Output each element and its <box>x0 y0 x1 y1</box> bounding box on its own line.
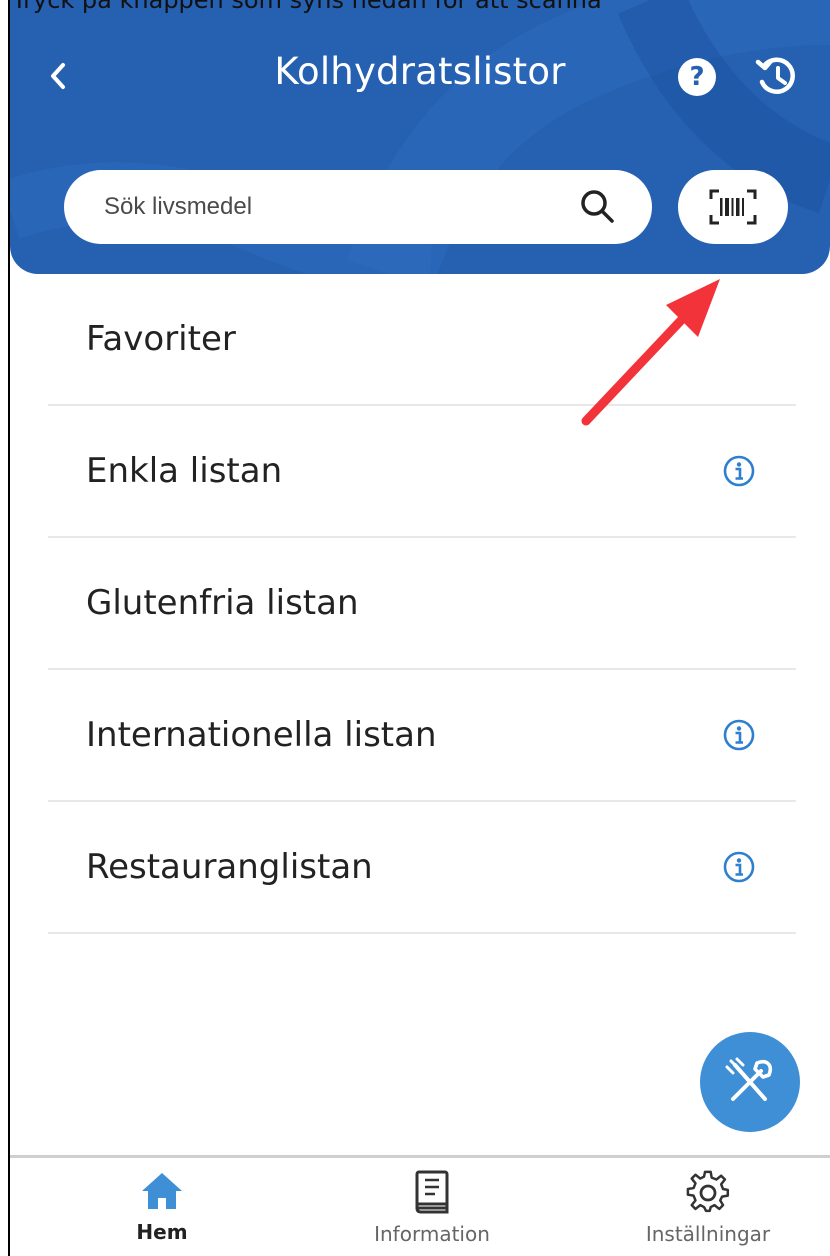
meal-fab-button[interactable] <box>700 1032 800 1132</box>
nav-item-installningar[interactable]: Inställningar <box>608 1170 808 1246</box>
bottom-navigation: Hem Information Inställningar <box>10 1155 830 1256</box>
history-icon <box>755 57 795 94</box>
help-icon: ? <box>689 62 705 92</box>
nav-label: Inställningar <box>645 1222 771 1246</box>
list-item-label: Internationella listan <box>86 715 437 755</box>
search-icon[interactable] <box>578 187 618 227</box>
nav-item-information[interactable]: Information <box>332 1170 532 1246</box>
nav-item-hem[interactable]: Hem <box>62 1170 262 1244</box>
help-button[interactable]: ? <box>678 58 716 96</box>
annotation-arrow <box>581 279 720 426</box>
book-icon <box>415 1170 449 1214</box>
home-icon <box>142 1173 182 1209</box>
search-input[interactable] <box>102 192 536 222</box>
info-icon[interactable] <box>722 850 756 884</box>
nav-label: Hem <box>136 1220 188 1244</box>
nav-label: Information <box>374 1222 490 1246</box>
list-item-internationella-listan[interactable]: Internationella listan <box>48 670 796 802</box>
list-item-label: Restauranglistan <box>86 847 373 887</box>
history-button[interactable] <box>754 54 800 100</box>
gear-icon <box>686 1170 730 1213</box>
list-item-restauranglistan[interactable]: Restauranglistan <box>48 802 796 934</box>
caption-fragment: Tryck på knappen som syns nedan för att … <box>12 0 602 14</box>
barcode-scan-icon <box>709 189 757 225</box>
utensils-icon <box>725 1057 773 1101</box>
list-item-label: Glutenfria listan <box>86 583 359 623</box>
phone-screen: Kolhydratslistor ? Sök livsmedel Favorit… <box>8 0 830 1256</box>
info-icon[interactable] <box>722 454 756 488</box>
search-bar <box>64 170 652 244</box>
barcode-scan-button[interactable] <box>678 170 788 244</box>
list-item-label: Enkla listan <box>86 451 283 491</box>
app-header: Kolhydratslistor ? <box>10 0 830 274</box>
list-item-label: Favoriter <box>86 319 236 359</box>
list-item-glutenfria-listan[interactable]: Glutenfria listan <box>48 538 796 670</box>
info-icon[interactable] <box>722 718 756 752</box>
